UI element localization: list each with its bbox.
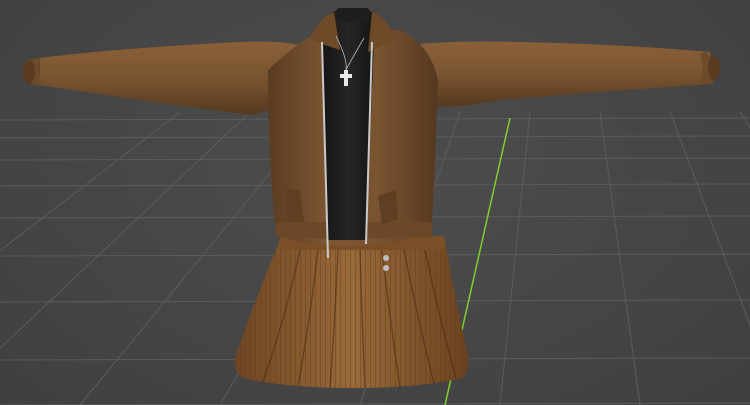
skirt-button-top — [383, 255, 389, 261]
viewport-canvas[interactable] — [0, 0, 750, 405]
3d-viewport[interactable] — [0, 0, 750, 405]
right-sleeve — [400, 41, 720, 107]
skirt-button-bottom — [383, 265, 389, 271]
skirt — [235, 236, 469, 389]
